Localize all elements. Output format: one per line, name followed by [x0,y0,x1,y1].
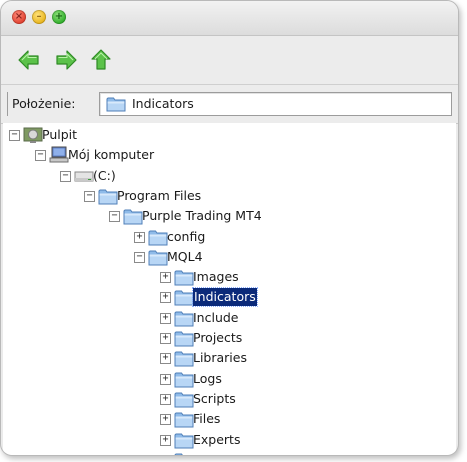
title-bar: × – + [1,1,458,36]
tree-node-label: Mój komputer [68,147,155,163]
toolbar [1,36,458,85]
tree-node-label: Presets [193,451,239,455]
folder-icon [174,329,194,347]
tree-node-label: Libraries [193,350,247,366]
minimize-icon: – [36,11,42,22]
location-label: Położenie: [7,92,80,116]
tree-node-label: Program Files [117,187,202,203]
folder-icon [98,187,118,205]
tree-node-label: Pulpit [42,127,78,142]
close-icon: × [14,11,24,22]
forward-button[interactable] [54,48,78,72]
close-button[interactable]: × [12,10,26,24]
expand-icon[interactable]: + [134,231,145,243]
tree-node-label: Scripts [193,390,236,406]
location-field[interactable]: Indicators [99,92,452,116]
folder-icon [174,309,194,327]
tree-node-label: (C:) [93,167,116,183]
folder-icon [174,349,194,367]
computer-icon [49,146,69,164]
collapse-icon[interactable]: − [9,130,20,141]
back-button[interactable] [17,48,41,72]
expand-icon[interactable]: + [160,414,171,426]
collapse-icon[interactable]: − [84,190,95,202]
expand-icon[interactable]: + [160,393,171,405]
folder-icon [106,97,126,112]
collapse-icon[interactable]: − [134,251,145,263]
expand-icon[interactable]: + [160,312,171,324]
folder-icon [148,248,168,266]
collapse-icon[interactable]: − [35,150,46,162]
expand-icon[interactable]: + [160,434,171,446]
desktop-icon [23,126,43,144]
expand-icon[interactable]: + [160,333,171,344]
tree-node-label: config [167,228,206,244]
maximize-icon: + [54,11,64,22]
tree-node-label: Images [193,269,239,285]
location-value: Indicators [132,96,194,111]
folder-icon [174,370,194,388]
folder-icon [174,268,194,286]
tree-node-label: Files [193,411,221,427]
folder-tree[interactable]: − Pulpit − Mój komputer − (C:) − Program Files −… [3,123,456,455]
file-chooser-window: × – + Położenie: Indicators − Pulpit − M… [0,0,459,456]
folder-icon [148,228,168,246]
minimize-button[interactable]: – [32,10,46,24]
folder-icon [123,207,143,225]
expand-icon[interactable]: + [160,353,171,365]
maximize-button[interactable]: + [52,10,66,24]
arrow-up-icon [91,49,111,70]
arrow-left-icon [18,50,39,70]
expand-icon[interactable]: + [160,292,171,304]
tree-node-label: Experts [193,431,241,447]
tree-node-label: Include [193,309,239,325]
tree-node-label: Indicators [192,287,258,308]
folder-icon [174,390,194,408]
collapse-icon[interactable]: − [60,170,71,182]
arrow-right-icon [56,50,77,70]
expand-icon[interactable]: + [160,454,171,455]
up-button[interactable] [89,48,113,72]
location-bar: Położenie: Indicators [1,85,458,124]
expand-icon[interactable]: + [160,373,171,385]
folder-icon [174,431,194,449]
tree-node-label: Purple Trading MT4 [142,208,262,224]
expand-icon[interactable]: + [160,272,171,284]
folder-icon [174,451,194,455]
tree-node-label: MQL4 [167,248,203,264]
tree-node-label: Projects [193,330,243,345]
collapse-icon[interactable]: − [109,211,120,223]
folder-icon [174,288,194,306]
tree-node-label: Logs [193,370,222,386]
drive-icon [74,167,94,185]
folder-icon [174,410,194,428]
